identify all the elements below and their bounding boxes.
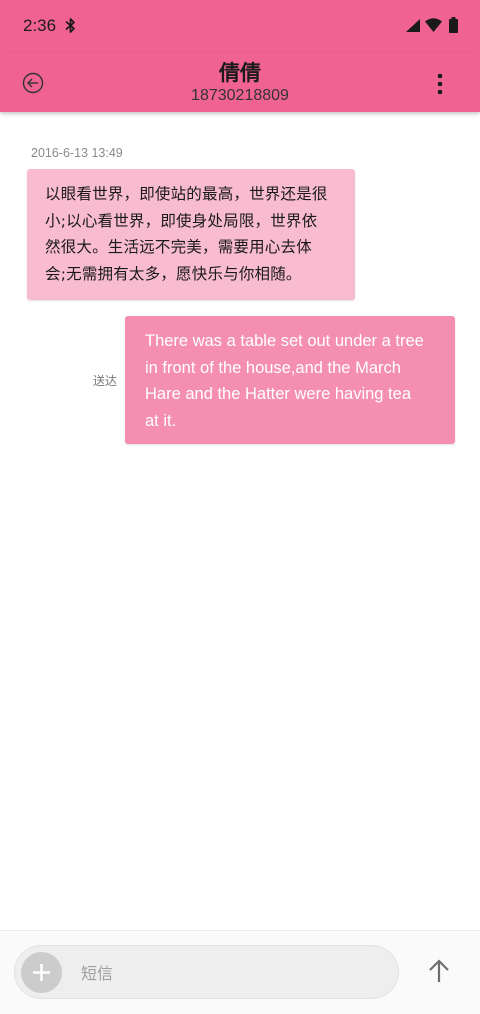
message-timestamp: 2016-6-13 13:49 (31, 146, 123, 160)
signal-icon (406, 19, 420, 32)
back-arrow-circle-icon[interactable] (22, 72, 44, 94)
battery-icon (449, 17, 458, 33)
status-time: 2:36 (23, 16, 57, 35)
message-composer (0, 930, 480, 1014)
more-vert-icon[interactable] (432, 72, 448, 96)
message-line: 小;以心看世界，即使身处局限，世界依 (45, 211, 318, 230)
add-attachment-button[interactable] (21, 952, 62, 993)
message-line: 以眼看世界，即使站的最高，世界还是很 (45, 185, 328, 203)
delivery-status: 送达 (93, 374, 118, 388)
message-line: in front of the house,and the March (145, 358, 401, 377)
send-arrow-up-icon[interactable] (427, 958, 451, 984)
bluetooth-icon (65, 18, 75, 33)
message-line: at it. (145, 411, 177, 430)
message-line: Hare and the Hatter were having tea (145, 385, 411, 403)
incoming-message-bubble[interactable]: 以眼看世界，即使站的最高，世界还是很 小;以心看世界，即使身处局限，世界依 然很… (27, 169, 355, 300)
message-line: 然很大。生活远不完美，需要用心去体 (45, 238, 312, 256)
wifi-icon (425, 18, 442, 32)
message-line: There was a table set out under a tree (145, 332, 424, 350)
sms-input[interactable] (79, 958, 383, 988)
contact-name: 倩倩 (219, 61, 261, 85)
status-bar: 2:36 (0, 0, 480, 52)
message-line: 会;无需拥有太多，愿快乐与你相随。 (45, 264, 302, 283)
message-input-container (14, 945, 399, 999)
outgoing-message-bubble[interactable]: There was a table set out under a tree i… (125, 316, 455, 444)
contact-number: 18730218809 (191, 87, 289, 104)
add-icon (33, 964, 50, 981)
conversation-title[interactable]: 倩倩 18730218809 (120, 60, 360, 106)
app-bar: 倩倩 18730218809 (0, 52, 480, 112)
